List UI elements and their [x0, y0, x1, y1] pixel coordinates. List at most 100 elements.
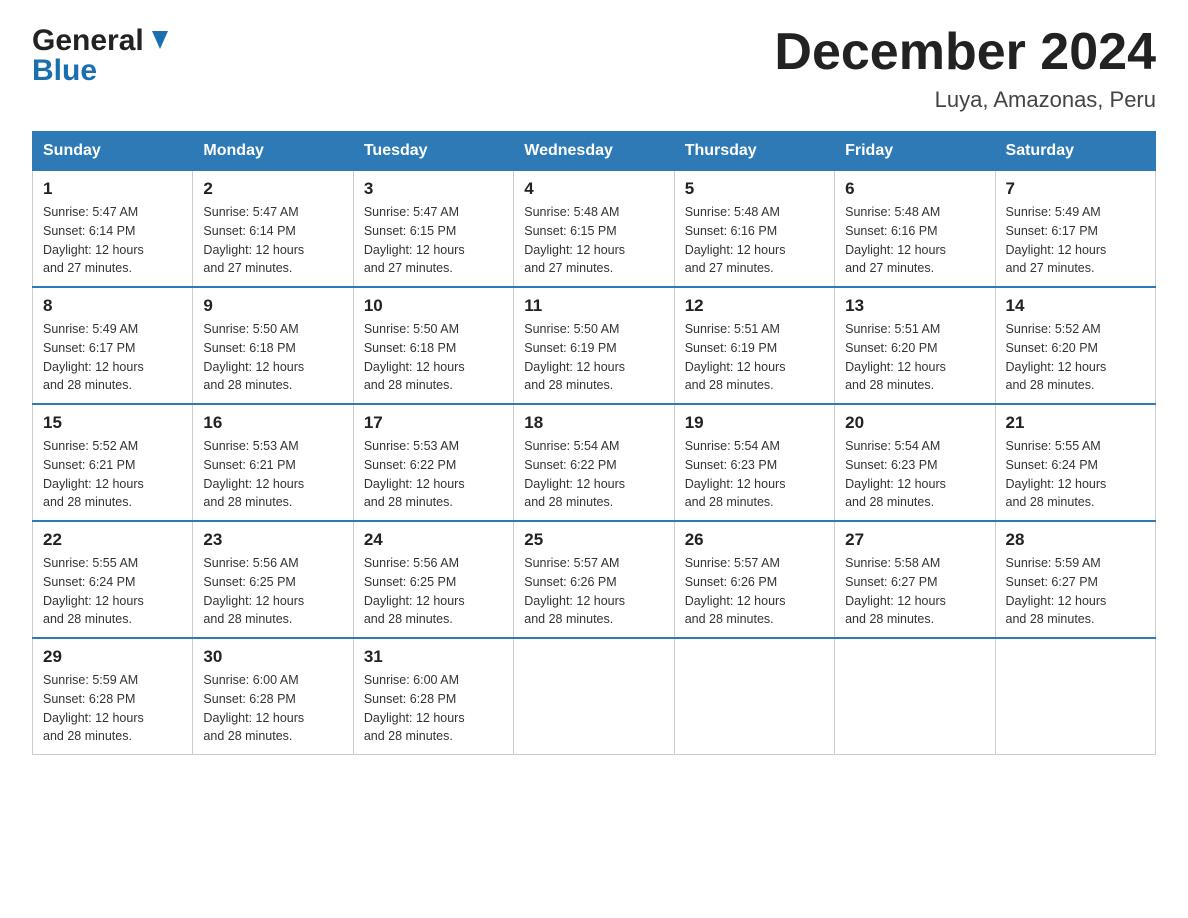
weekday-header-thursday: Thursday	[674, 132, 834, 171]
weekday-header-friday: Friday	[835, 132, 995, 171]
weekday-header-saturday: Saturday	[995, 132, 1155, 171]
day-number: 9	[203, 296, 342, 316]
day-info: Sunrise: 5:56 AMSunset: 6:25 PMDaylight:…	[203, 554, 342, 629]
calendar-cell: 20Sunrise: 5:54 AMSunset: 6:23 PMDayligh…	[835, 404, 995, 521]
day-info: Sunrise: 5:50 AMSunset: 6:18 PMDaylight:…	[203, 320, 342, 395]
day-info: Sunrise: 6:00 AMSunset: 6:28 PMDaylight:…	[364, 671, 503, 746]
calendar-cell: 4Sunrise: 5:48 AMSunset: 6:15 PMDaylight…	[514, 171, 674, 288]
day-info: Sunrise: 5:49 AMSunset: 6:17 PMDaylight:…	[1006, 203, 1145, 278]
calendar-title: December 2024	[774, 24, 1156, 81]
calendar-cell	[995, 638, 1155, 755]
calendar-cell: 22 Sunrise: 5:55 AMSunset: 6:24 PMDayligh…	[33, 521, 193, 638]
logo-blue: Blue	[32, 54, 97, 88]
day-info: Sunrise: 5:52 AMSunset: 6:21 PMDaylight:…	[43, 437, 182, 512]
weekday-header-tuesday: Tuesday	[353, 132, 513, 171]
calendar-cell	[514, 638, 674, 755]
day-number: 29	[43, 647, 182, 667]
day-number: 16	[203, 413, 342, 433]
calendar-subtitle: Luya, Amazonas, Peru	[774, 87, 1156, 113]
weekday-header-wednesday: Wednesday	[514, 132, 674, 171]
calendar-cell: 3 Sunrise: 5:47 AMSunset: 6:15 PMDaylight…	[353, 171, 513, 288]
calendar-cell: 27 Sunrise: 5:58 AMSunset: 6:27 PMDayligh…	[835, 521, 995, 638]
day-info: Sunrise: 5:59 AMSunset: 6:27 PMDaylight:…	[1006, 554, 1145, 629]
calendar-cell: 9 Sunrise: 5:50 AMSunset: 6:18 PMDaylight…	[193, 287, 353, 404]
calendar-cell: 2 Sunrise: 5:47 AMSunset: 6:14 PMDaylight…	[193, 171, 353, 288]
day-number: 28	[1006, 530, 1145, 550]
calendar-cell: 14 Sunrise: 5:52 AMSunset: 6:20 PMDayligh…	[995, 287, 1155, 404]
calendar-cell: 11Sunrise: 5:50 AMSunset: 6:19 PMDayligh…	[514, 287, 674, 404]
weekday-header-monday: Monday	[193, 132, 353, 171]
day-info: Sunrise: 5:50 AMSunset: 6:19 PMDaylight:…	[524, 320, 663, 395]
day-info: Sunrise: 5:56 AMSunset: 6:25 PMDaylight:…	[364, 554, 503, 629]
day-number: 23	[203, 530, 342, 550]
day-number: 7	[1006, 179, 1145, 199]
day-number: 1	[43, 179, 182, 199]
calendar-cell: 13 Sunrise: 5:51 AMSunset: 6:20 PMDayligh…	[835, 287, 995, 404]
day-number: 13	[845, 296, 984, 316]
logo-general: General	[32, 24, 144, 58]
day-info: Sunrise: 5:59 AMSunset: 6:28 PMDaylight:…	[43, 671, 182, 746]
day-number: 2	[203, 179, 342, 199]
day-info: Sunrise: 5:54 AMSunset: 6:22 PMDaylight:…	[524, 437, 663, 512]
day-number: 21	[1006, 413, 1145, 433]
day-number: 3	[364, 179, 503, 199]
calendar-cell: 31 Sunrise: 6:00 AMSunset: 6:28 PMDayligh…	[353, 638, 513, 755]
day-number: 27	[845, 530, 984, 550]
day-number: 14	[1006, 296, 1145, 316]
day-info: Sunrise: 5:52 AMSunset: 6:20 PMDaylight:…	[1006, 320, 1145, 395]
day-info: Sunrise: 5:54 AMSunset: 6:23 PMDaylight:…	[685, 437, 824, 512]
day-info: Sunrise: 5:47 AMSunset: 6:15 PMDaylight:…	[364, 203, 503, 278]
day-number: 31	[364, 647, 503, 667]
page-header: General Blue December 2024 Luya, Amazona…	[32, 24, 1156, 113]
calendar-header-row: SundayMondayTuesdayWednesdayThursdayFrid…	[33, 132, 1156, 171]
calendar-cell: 25 Sunrise: 5:57 AMSunset: 6:26 PMDayligh…	[514, 521, 674, 638]
calendar-cell	[835, 638, 995, 755]
day-info: Sunrise: 5:47 AMSunset: 6:14 PMDaylight:…	[203, 203, 342, 278]
day-number: 25	[524, 530, 663, 550]
day-number: 18	[524, 413, 663, 433]
calendar-cell: 16 Sunrise: 5:53 AMSunset: 6:21 PMDayligh…	[193, 404, 353, 521]
calendar-cell: 17 Sunrise: 5:53 AMSunset: 6:22 PMDayligh…	[353, 404, 513, 521]
weekday-header-sunday: Sunday	[33, 132, 193, 171]
calendar-cell: 21 Sunrise: 5:55 AMSunset: 6:24 PMDayligh…	[995, 404, 1155, 521]
calendar-cell: 12 Sunrise: 5:51 AMSunset: 6:19 PMDayligh…	[674, 287, 834, 404]
calendar-cell: 19 Sunrise: 5:54 AMSunset: 6:23 PMDayligh…	[674, 404, 834, 521]
day-number: 26	[685, 530, 824, 550]
day-info: Sunrise: 5:55 AMSunset: 6:24 PMDaylight:…	[43, 554, 182, 629]
day-info: Sunrise: 5:48 AMSunset: 6:16 PMDaylight:…	[685, 203, 824, 278]
calendar-week-2: 8Sunrise: 5:49 AMSunset: 6:17 PMDaylight…	[33, 287, 1156, 404]
calendar-table: SundayMondayTuesdayWednesdayThursdayFrid…	[32, 131, 1156, 755]
day-number: 10	[364, 296, 503, 316]
day-number: 6	[845, 179, 984, 199]
day-number: 5	[685, 179, 824, 199]
day-info: Sunrise: 5:55 AMSunset: 6:24 PMDaylight:…	[1006, 437, 1145, 512]
calendar-cell: 5 Sunrise: 5:48 AMSunset: 6:16 PMDaylight…	[674, 171, 834, 288]
day-info: Sunrise: 5:49 AMSunset: 6:17 PMDaylight:…	[43, 320, 182, 395]
day-number: 17	[364, 413, 503, 433]
calendar-cell: 15Sunrise: 5:52 AMSunset: 6:21 PMDayligh…	[33, 404, 193, 521]
day-info: Sunrise: 5:53 AMSunset: 6:21 PMDaylight:…	[203, 437, 342, 512]
calendar-cell: 23 Sunrise: 5:56 AMSunset: 6:25 PMDayligh…	[193, 521, 353, 638]
day-info: Sunrise: 5:53 AMSunset: 6:22 PMDaylight:…	[364, 437, 503, 512]
logo: General Blue	[32, 24, 174, 88]
title-block: December 2024 Luya, Amazonas, Peru	[774, 24, 1156, 113]
day-info: Sunrise: 5:47 AMSunset: 6:14 PMDaylight:…	[43, 203, 182, 278]
calendar-week-1: 1 Sunrise: 5:47 AMSunset: 6:14 PMDaylight…	[33, 171, 1156, 288]
day-info: Sunrise: 5:48 AMSunset: 6:16 PMDaylight:…	[845, 203, 984, 278]
day-info: Sunrise: 5:51 AMSunset: 6:19 PMDaylight:…	[685, 320, 824, 395]
day-number: 19	[685, 413, 824, 433]
day-info: Sunrise: 5:58 AMSunset: 6:27 PMDaylight:…	[845, 554, 984, 629]
day-number: 22	[43, 530, 182, 550]
calendar-cell: 24Sunrise: 5:56 AMSunset: 6:25 PMDayligh…	[353, 521, 513, 638]
day-info: Sunrise: 5:57 AMSunset: 6:26 PMDaylight:…	[524, 554, 663, 629]
calendar-cell: 30Sunrise: 6:00 AMSunset: 6:28 PMDayligh…	[193, 638, 353, 755]
calendar-cell	[674, 638, 834, 755]
calendar-cell: 1 Sunrise: 5:47 AMSunset: 6:14 PMDaylight…	[33, 171, 193, 288]
calendar-cell: 26Sunrise: 5:57 AMSunset: 6:26 PMDayligh…	[674, 521, 834, 638]
calendar-week-3: 15Sunrise: 5:52 AMSunset: 6:21 PMDayligh…	[33, 404, 1156, 521]
day-info: Sunrise: 5:48 AMSunset: 6:15 PMDaylight:…	[524, 203, 663, 278]
day-number: 20	[845, 413, 984, 433]
calendar-week-5: 29 Sunrise: 5:59 AMSunset: 6:28 PMDayligh…	[33, 638, 1156, 755]
day-number: 12	[685, 296, 824, 316]
day-info: Sunrise: 5:51 AMSunset: 6:20 PMDaylight:…	[845, 320, 984, 395]
